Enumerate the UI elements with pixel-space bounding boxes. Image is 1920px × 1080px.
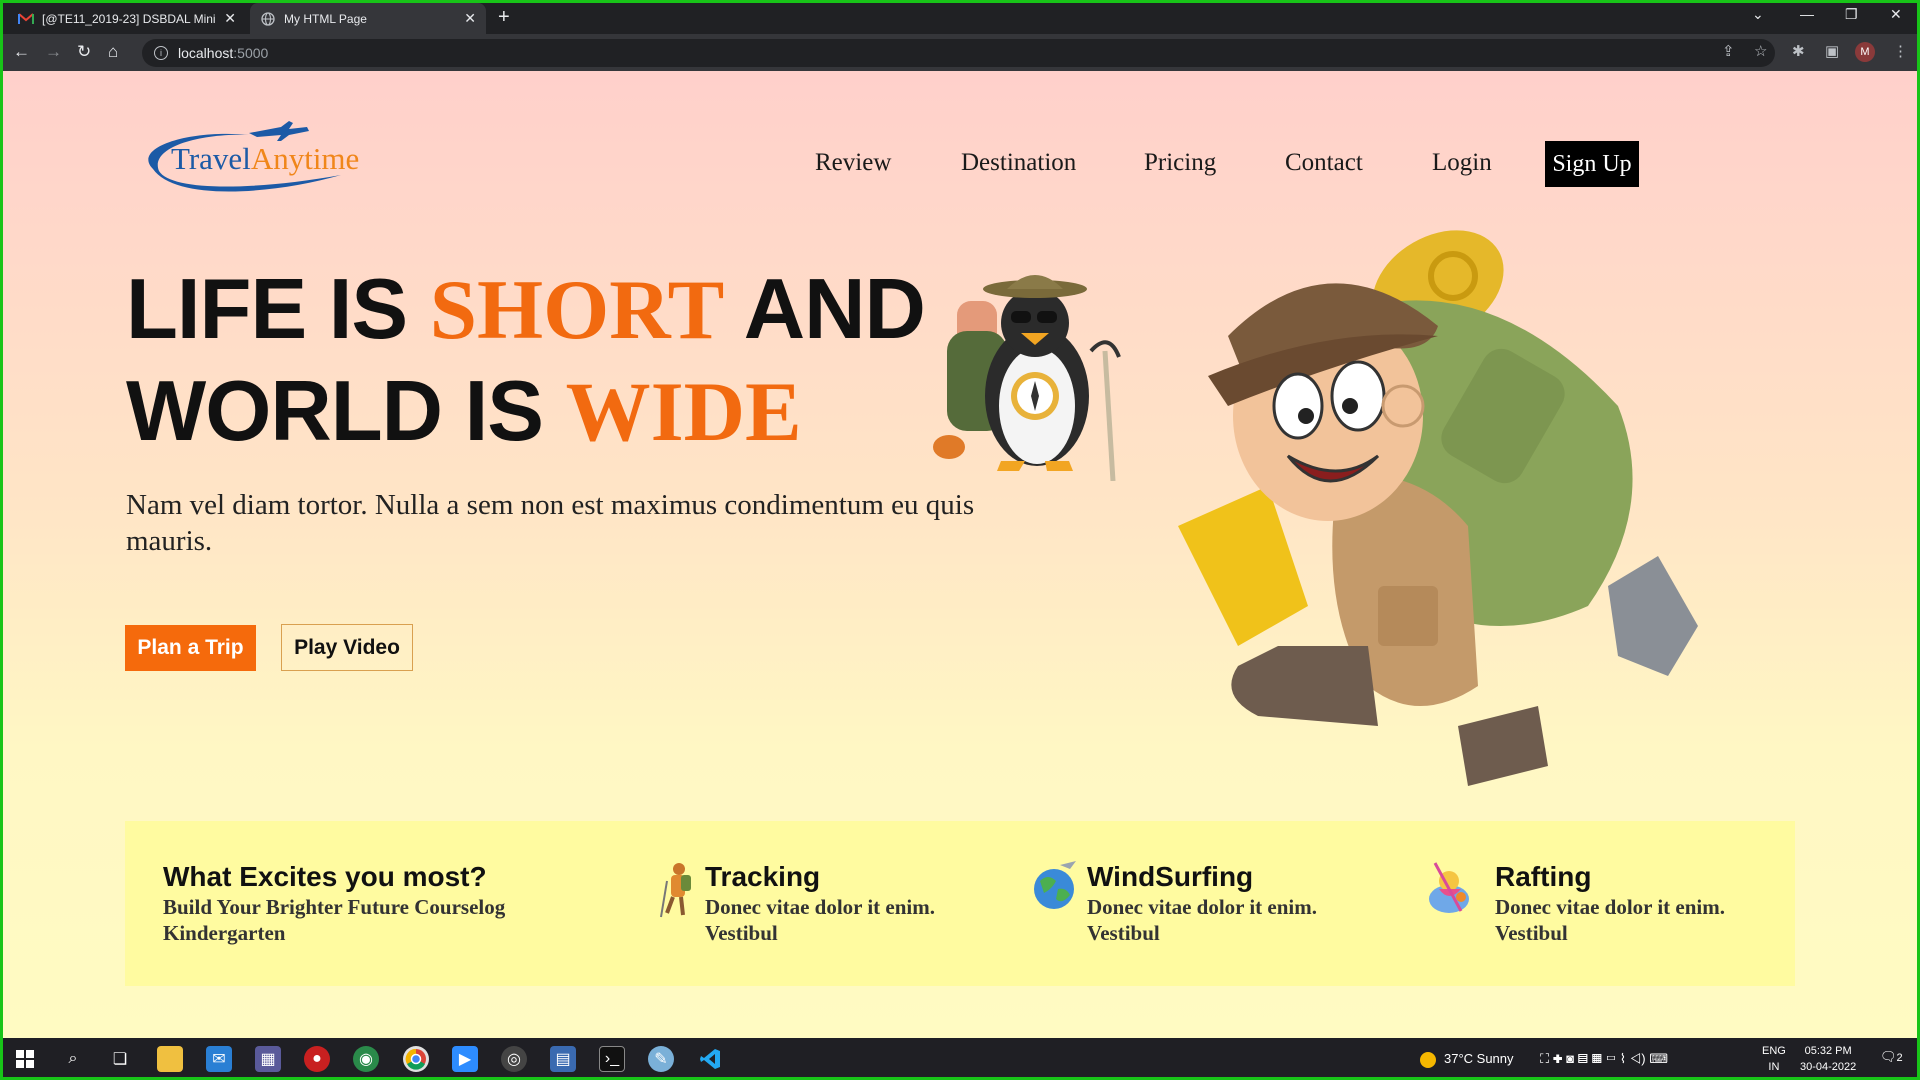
feature-title: Rafting (1495, 861, 1592, 892)
paint-icon[interactable]: ✎ (648, 1046, 674, 1072)
share-icon[interactable]: ⇪ (1722, 42, 1735, 60)
weather-text: 37°C Sunny (1444, 1051, 1514, 1066)
hero-subtitle: Nam vel diam tortor. Nulla a sem non est… (126, 489, 975, 557)
tab-title: [@TE11_2019-23] DSBDAL Mini-I (42, 11, 217, 26)
nav-pricing[interactable]: Pricing (1144, 149, 1216, 177)
vscode-icon[interactable] (697, 1046, 723, 1072)
hero-text: LIFE IS (126, 262, 430, 357)
feature-title: Tracking (705, 861, 821, 892)
tray-icons[interactable]: ⛶ ✚ ◙ ▤ ▦ ▭ ⌇ ◁) ⌨ (1540, 1051, 1668, 1067)
nav-destination[interactable]: Destination (961, 149, 1076, 177)
nav-contact[interactable]: Contact (1285, 149, 1363, 177)
sun-icon (1420, 1051, 1436, 1068)
logo-text: TravelAnytime (171, 141, 359, 177)
profile-avatar[interactable]: M (1855, 42, 1875, 62)
clock[interactable]: 05:32 PM 30-04-2022 (1800, 1043, 1856, 1075)
hero-accent-word: WIDE (565, 365, 802, 459)
hero-text: AND (724, 262, 926, 357)
search-icon[interactable]: ⌕ (60, 1046, 86, 1072)
feature-title: What Excites you most? (163, 861, 487, 892)
antivirus-icon[interactable]: ● (304, 1046, 330, 1072)
site-info-icon[interactable]: i (154, 46, 168, 60)
hero-text: WORLD IS (126, 364, 566, 459)
globe-plane-icon (1034, 861, 1076, 909)
side-panel-icon[interactable]: ▣ (1825, 42, 1839, 60)
file-explorer-icon[interactable] (157, 1046, 183, 1072)
logo-anytime-text: Anytime (250, 141, 360, 176)
penguin-hiker-illustration (933, 275, 1121, 481)
close-window-button[interactable]: ✕ (1890, 6, 1902, 23)
home-icon[interactable]: ⌂ (108, 42, 118, 62)
tab-my-html-page[interactable]: My HTML Page ✕ (250, 3, 486, 34)
bookmark-star-icon[interactable]: ☆ (1754, 42, 1767, 60)
signup-button[interactable]: Sign Up (1545, 141, 1639, 187)
task-view-icon[interactable]: ❏ (107, 1046, 133, 1072)
globe-icon (260, 11, 276, 27)
minimize-button[interactable]: — (1800, 6, 1814, 22)
nav-login[interactable]: Login (1432, 149, 1492, 177)
zoom-icon[interactable]: ▶ (452, 1046, 478, 1072)
store-icon[interactable]: ▤ (550, 1046, 576, 1072)
close-tab-icon[interactable]: ✕ (224, 10, 236, 27)
terminal-icon[interactable]: ›_ (599, 1046, 625, 1072)
reload-icon[interactable]: ↻ (77, 42, 91, 62)
feature-description: Donec vitae dolor it enim. Vestibul (1087, 895, 1317, 945)
raft-icon (1429, 862, 1469, 913)
chrome-icon[interactable] (403, 1046, 429, 1072)
hero-accent-word: SHORT (429, 263, 725, 357)
restore-button[interactable]: ❐ (1845, 6, 1858, 23)
maps-icon[interactable]: ◉ (353, 1046, 379, 1072)
logo-travel-text: Travel (171, 141, 251, 176)
calculator-icon[interactable]: ▦ (255, 1046, 281, 1072)
notification-count: 2 (1896, 1052, 1903, 1064)
start-button[interactable] (12, 1046, 38, 1072)
obs-icon[interactable]: ◎ (501, 1046, 527, 1072)
features-section: What Excites you most? Build Your Bright… (125, 821, 1795, 986)
new-tab-button[interactable]: + (498, 6, 510, 29)
tab-gmail[interactable]: [@TE11_2019-23] DSBDAL Mini-I ✕ (8, 3, 246, 34)
menu-icon[interactable]: ⋮ (1893, 42, 1908, 60)
gmail-icon (18, 11, 34, 27)
page-viewport: TravelAnytime Review Destination Pricing… (3, 71, 1917, 1038)
hiker-icon (660, 863, 691, 918)
feature-title: WindSurfing (1087, 861, 1254, 892)
tab-search-icon[interactable]: ⌄ (1752, 6, 1764, 23)
windows-taskbar: ⌕ ❏ ✉ ▦ ● ◉ ▶ ◎ ▤ ›_ ✎ 37°C Sunny ⛶ ✚ ◙ … (0, 1038, 1920, 1080)
nav-review[interactable]: Review (815, 149, 891, 177)
mail-icon[interactable]: ✉ (206, 1046, 232, 1072)
play-video-button[interactable]: Play Video (281, 624, 413, 671)
feature-description: Build Your Brighter Future Courselog Kin… (163, 895, 506, 945)
browser-tab-strip: [@TE11_2019-23] DSBDAL Mini-I ✕ My HTML … (0, 0, 1920, 34)
close-tab-icon[interactable]: ✕ (464, 10, 476, 27)
hero-headline-line1: LIFE IS SHORT AND (126, 261, 926, 359)
hero-headline-line2: WORLD IS WIDE (126, 363, 802, 461)
url-port: :5000 (233, 45, 269, 61)
language-indicator[interactable]: ENG IN (1762, 1043, 1786, 1075)
url-host: localhost (178, 45, 234, 61)
travelanytime-logo[interactable]: TravelAnytime (131, 119, 381, 199)
date-text: 30-04-2022 (1800, 1061, 1857, 1073)
notification-center[interactable]: 🗨2 (1880, 1049, 1903, 1065)
feature-description: Donec vitae dolor it enim. Vestibul (1495, 895, 1725, 945)
plan-a-trip-button[interactable]: Plan a Trip (125, 625, 256, 671)
extensions-icon[interactable]: ✱ (1792, 42, 1805, 60)
hiker-boy-illustration (1178, 230, 1698, 786)
lang-region: IN (1768, 1061, 1780, 1073)
weather-widget[interactable]: 37°C Sunny (1420, 1051, 1514, 1068)
back-icon[interactable]: ← (13, 42, 30, 62)
address-bar[interactable]: i localhost:5000 (142, 39, 1775, 67)
tab-title: My HTML Page (284, 11, 367, 26)
forward-icon[interactable]: → (45, 42, 62, 62)
time-text: 05:32 PM (1804, 1045, 1852, 1057)
browser-toolbar: ← → ↻ ⌂ i localhost:5000 ⇪ ☆ ✱ ▣ M ⋮ (0, 34, 1920, 71)
feature-description: Donec vitae dolor it enim. Vestibul (705, 895, 935, 945)
lang-code: ENG (1762, 1045, 1786, 1057)
